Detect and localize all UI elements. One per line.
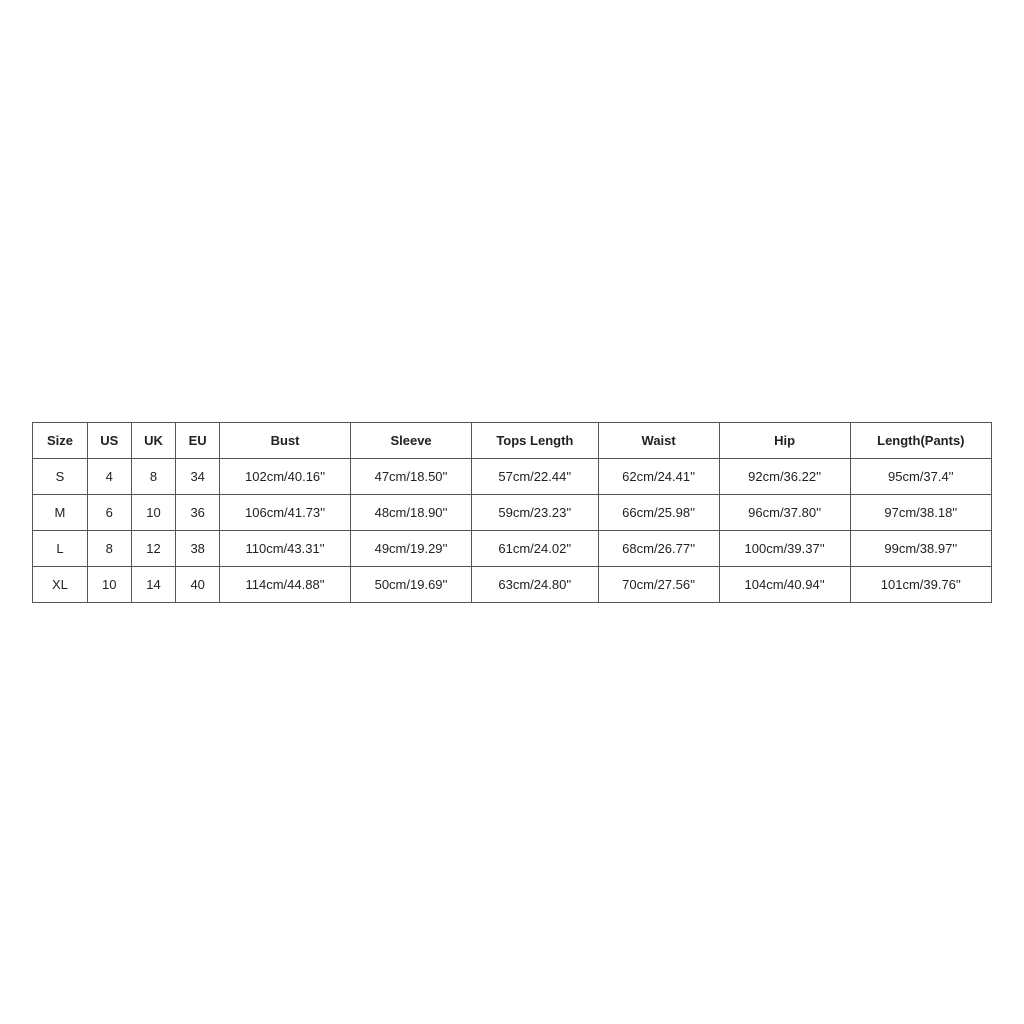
table-row: XL101440114cm/44.88''50cm/19.69''63cm/24… xyxy=(33,566,992,602)
cell-length_pants-2: 99cm/38.97'' xyxy=(850,530,991,566)
header-us: US xyxy=(87,422,131,458)
cell-sleeve-2: 49cm/19.29'' xyxy=(351,530,472,566)
cell-length_pants-0: 95cm/37.4'' xyxy=(850,458,991,494)
cell-tops_length-2: 61cm/24.02'' xyxy=(472,530,599,566)
cell-uk-1: 10 xyxy=(131,494,176,530)
cell-sleeve-1: 48cm/18.90'' xyxy=(351,494,472,530)
cell-size-0: S xyxy=(33,458,88,494)
header-row: Size US UK EU Bust Sleeve Tops Length Wa… xyxy=(33,422,992,458)
cell-size-1: M xyxy=(33,494,88,530)
cell-length_pants-1: 97cm/38.18'' xyxy=(850,494,991,530)
header-uk: UK xyxy=(131,422,176,458)
header-tops-length: Tops Length xyxy=(472,422,599,458)
cell-sleeve-3: 50cm/19.69'' xyxy=(351,566,472,602)
cell-us-0: 4 xyxy=(87,458,131,494)
cell-waist-1: 66cm/25.98'' xyxy=(598,494,719,530)
cell-sleeve-0: 47cm/18.50'' xyxy=(351,458,472,494)
cell-bust-0: 102cm/40.16'' xyxy=(220,458,351,494)
header-bust: Bust xyxy=(220,422,351,458)
cell-bust-2: 110cm/43.31'' xyxy=(220,530,351,566)
table-row: S4834102cm/40.16''47cm/18.50''57cm/22.44… xyxy=(33,458,992,494)
cell-bust-1: 106cm/41.73'' xyxy=(220,494,351,530)
cell-bust-3: 114cm/44.88'' xyxy=(220,566,351,602)
cell-tops_length-3: 63cm/24.80'' xyxy=(472,566,599,602)
cell-waist-0: 62cm/24.41'' xyxy=(598,458,719,494)
cell-eu-0: 34 xyxy=(176,458,220,494)
table-row: L81238110cm/43.31''49cm/19.29''61cm/24.0… xyxy=(33,530,992,566)
table-row: M61036106cm/41.73''48cm/18.90''59cm/23.2… xyxy=(33,494,992,530)
cell-size-3: XL xyxy=(33,566,88,602)
cell-eu-3: 40 xyxy=(176,566,220,602)
cell-waist-3: 70cm/27.56'' xyxy=(598,566,719,602)
cell-waist-2: 68cm/26.77'' xyxy=(598,530,719,566)
header-size: Size xyxy=(33,422,88,458)
cell-uk-0: 8 xyxy=(131,458,176,494)
cell-eu-1: 36 xyxy=(176,494,220,530)
cell-us-3: 10 xyxy=(87,566,131,602)
cell-eu-2: 38 xyxy=(176,530,220,566)
cell-uk-2: 12 xyxy=(131,530,176,566)
cell-us-2: 8 xyxy=(87,530,131,566)
header-sleeve: Sleeve xyxy=(351,422,472,458)
size-chart-table: Size US UK EU Bust Sleeve Tops Length Wa… xyxy=(32,422,992,603)
cell-tops_length-1: 59cm/23.23'' xyxy=(472,494,599,530)
cell-uk-3: 14 xyxy=(131,566,176,602)
header-hip: Hip xyxy=(719,422,850,458)
cell-hip-2: 100cm/39.37'' xyxy=(719,530,850,566)
header-waist: Waist xyxy=(598,422,719,458)
cell-us-1: 6 xyxy=(87,494,131,530)
cell-size-2: L xyxy=(33,530,88,566)
header-eu: EU xyxy=(176,422,220,458)
cell-hip-3: 104cm/40.94'' xyxy=(719,566,850,602)
cell-hip-0: 92cm/36.22'' xyxy=(719,458,850,494)
cell-hip-1: 96cm/37.80'' xyxy=(719,494,850,530)
cell-length_pants-3: 101cm/39.76'' xyxy=(850,566,991,602)
cell-tops_length-0: 57cm/22.44'' xyxy=(472,458,599,494)
header-length-pants: Length(Pants) xyxy=(850,422,991,458)
size-chart-container: Size US UK EU Bust Sleeve Tops Length Wa… xyxy=(32,422,992,603)
